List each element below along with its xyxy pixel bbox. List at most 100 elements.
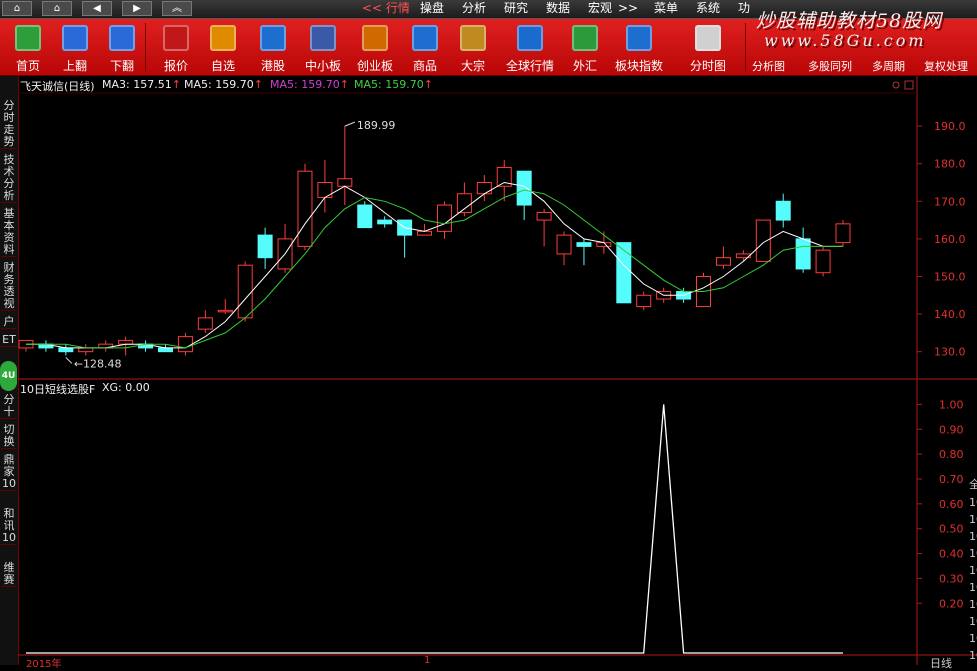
period-label[interactable]: 日线	[930, 655, 952, 671]
sub-indicator-title: 10日短线选股F	[20, 383, 96, 396]
toolbar-button-5[interactable]: 港股	[248, 19, 298, 75]
chart-marker-square	[904, 80, 914, 90]
right-strip-value: 10	[969, 564, 977, 577]
multi-stock-button[interactable]: 多股同列	[808, 58, 852, 74]
menu-system[interactable]: 系统	[696, 1, 720, 16]
y-tick-label-sub: 0.60	[939, 498, 964, 511]
left-tab-1[interactable]: 技术分析	[1, 154, 17, 203]
candle-body	[516, 170, 532, 206]
toolbar-button-12[interactable]: 板块指数	[614, 19, 664, 75]
candle-body	[576, 242, 592, 247]
month-mark: 1	[424, 655, 431, 666]
right-strip-value: 10	[969, 513, 977, 526]
stock-title: 飞天诚信(日线)	[20, 80, 95, 93]
toolbar-label: 下翻	[109, 59, 134, 73]
toolbar-button-10[interactable]: 全球行情	[505, 19, 555, 75]
y-tick-label-sub: 0.80	[939, 448, 964, 461]
toolbar-button-4[interactable]: 自选	[198, 19, 248, 75]
toolbar-label: 大宗	[460, 59, 485, 73]
menu-analysis[interactable]: 分析	[462, 1, 486, 16]
menu-research[interactable]: 研究	[504, 1, 528, 16]
toolbar-button-2[interactable]: 下翻	[97, 19, 147, 75]
candle-body	[237, 264, 253, 319]
money-icon	[572, 25, 598, 51]
left-tab-9[interactable]: 鼎家10	[1, 454, 17, 491]
left-tab-7[interactable]: 分十	[1, 394, 17, 419]
left-badge[interactable]: 4U	[0, 361, 17, 391]
watermark-title: 炒股辅助教材58股网	[756, 10, 943, 32]
y-tick-label-sub: 0.90	[939, 423, 964, 436]
candle-body	[795, 238, 811, 270]
y-tick-label-main: 160.0	[934, 233, 966, 246]
stock-chart-area[interactable]: 130.0 140.0 150.0 160.0 170.0 180.0 190.0 189.9…	[18, 76, 977, 665]
right-strip-label: 全	[969, 478, 977, 491]
logo-button[interactable]: ⌂	[2, 1, 32, 16]
y-tick-label-main: 170.0	[934, 195, 966, 208]
arrow-up-icon	[62, 25, 88, 51]
right-strip-value: 10	[969, 496, 977, 509]
toolbar-separator	[745, 23, 746, 71]
menu-trade[interactable]: 操盘	[420, 1, 444, 16]
yen-gold-icon	[210, 25, 236, 51]
toolbar-separator	[145, 23, 146, 71]
candle-body	[456, 193, 472, 214]
toolbar-button-6[interactable]: 中小板	[298, 19, 348, 75]
right-strip-value: 10	[969, 547, 977, 560]
candle-body	[476, 181, 492, 195]
multi-period-button[interactable]: 多周期	[872, 58, 905, 74]
toolbar-label: 全球行情	[505, 59, 554, 73]
candle-body	[337, 178, 353, 187]
left-tab-2[interactable]: 基本资料	[1, 208, 17, 257]
left-tab-4[interactable]: 户	[1, 316, 17, 329]
back-arrow-icon[interactable]: ◀	[82, 1, 112, 16]
candle-body	[78, 347, 94, 353]
candle-body	[616, 242, 632, 304]
indicator-ma5-white: MA5: 159.70↑	[184, 78, 263, 91]
toolbar-button-7[interactable]: 创业板	[350, 19, 400, 75]
indicator-ma5-green: MA5: 159.70↑	[354, 78, 433, 91]
ma-line-ma5	[26, 189, 843, 349]
watermark-url: www.58Gu.com	[764, 31, 927, 50]
left-tab-0[interactable]: 分时走势	[1, 100, 17, 149]
toolbar-button-13[interactable]: 分时图	[683, 19, 733, 75]
toolbar-label: 分时图	[689, 59, 726, 73]
globe-icon	[517, 25, 543, 51]
candle-body	[636, 294, 652, 308]
candle-body	[257, 234, 273, 259]
toolbar-button-11[interactable]: 外汇	[560, 19, 610, 75]
right-strip-value: 10	[969, 632, 977, 645]
toolbar-button-9[interactable]: 大宗	[448, 19, 498, 75]
menu-more[interactable]: >>	[618, 1, 638, 16]
left-tab-3[interactable]: 财务透视	[1, 262, 17, 311]
xg-signal-line	[26, 404, 843, 654]
y-tick-label-main: 180.0	[934, 158, 966, 171]
watermark-logo: 炒股辅助教材58股网 www.58Gu.com	[752, 0, 977, 56]
right-strip-value: 10	[969, 581, 977, 594]
year-label: 2015年	[26, 659, 62, 670]
candle-body	[436, 204, 452, 232]
candle-body	[177, 336, 193, 353]
analysis-chart-button[interactable]: 分析图	[752, 58, 785, 74]
menu-function[interactable]: 功	[738, 1, 750, 16]
calendar-3-icon	[626, 25, 652, 51]
menu-data[interactable]: 数据	[546, 1, 570, 16]
candle-body	[536, 212, 552, 221]
calendar-1-icon	[260, 25, 286, 51]
candle-body	[157, 347, 173, 353]
y-tick-label-sub: 0.50	[939, 523, 964, 536]
collapse-icon[interactable]: ︽	[162, 1, 192, 16]
menu-market[interactable]: << 行情	[362, 1, 410, 16]
candle-body	[815, 249, 831, 274]
left-tab-8[interactable]: 切换	[1, 424, 17, 449]
low-label-pointer	[65, 357, 73, 364]
home-nav-icon[interactable]: ⌂	[42, 1, 72, 16]
left-tab-11[interactable]: 维赛	[1, 562, 17, 587]
menu-macro[interactable]: 宏观	[588, 1, 612, 16]
left-tab-5[interactable]: ET	[1, 334, 17, 347]
forward-arrow-icon[interactable]: ▶	[122, 1, 152, 16]
adjust-price-button[interactable]: 复权处理	[924, 58, 968, 74]
right-strip-value: 10	[969, 649, 977, 662]
menu-main[interactable]: 菜单	[654, 1, 678, 16]
left-tab-10[interactable]: 和讯10	[1, 508, 17, 545]
chart-marker-circle	[892, 81, 900, 89]
